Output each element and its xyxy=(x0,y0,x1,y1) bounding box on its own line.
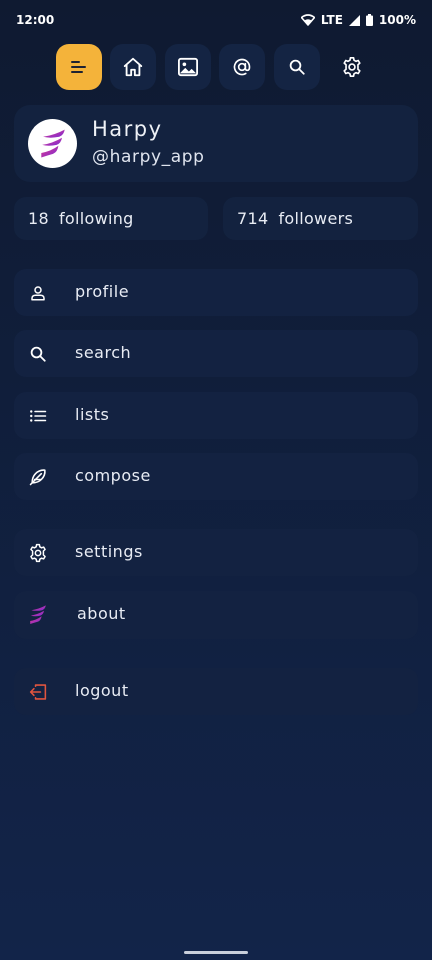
wifi-icon xyxy=(300,14,315,26)
network-type: LTE xyxy=(320,13,343,27)
home-button[interactable] xyxy=(110,44,156,90)
following-count: 18 xyxy=(28,209,49,228)
image-icon xyxy=(178,57,198,77)
menu-item-logout[interactable]: logout xyxy=(14,668,418,715)
home-indicator[interactable] xyxy=(184,951,248,954)
harpy-logo-icon xyxy=(26,603,50,627)
home-icon xyxy=(123,57,143,77)
status-bar: 12:00 LTE 100% xyxy=(0,0,432,40)
menu-label-settings: settings xyxy=(75,542,143,561)
menu-label-profile: profile xyxy=(75,282,130,301)
gear-icon xyxy=(343,57,361,77)
avatar xyxy=(28,119,77,168)
menu-label-search: search xyxy=(75,343,132,362)
profile-card[interactable]: Harpy @harpy_app xyxy=(14,105,418,182)
battery-icon xyxy=(365,14,373,26)
at-sign-icon xyxy=(233,58,251,76)
profile-name: Harpy xyxy=(92,117,163,141)
gear-icon xyxy=(26,541,50,565)
followers-label: followers xyxy=(278,209,354,228)
feather-icon xyxy=(26,465,50,489)
search-icon xyxy=(289,59,305,75)
top-nav xyxy=(0,44,432,90)
menu-item-about[interactable]: about xyxy=(14,591,418,639)
menu-label-compose: compose xyxy=(75,466,151,485)
menu-item-search[interactable]: search xyxy=(14,330,418,377)
menu-item-lists[interactable]: lists xyxy=(14,392,418,439)
followers-stat[interactable]: 714 followers xyxy=(223,197,418,240)
following-label: following xyxy=(58,209,134,228)
followers-count: 714 xyxy=(237,209,269,228)
menu-item-profile[interactable]: profile xyxy=(14,269,418,316)
media-button[interactable] xyxy=(165,44,211,90)
logout-icon xyxy=(26,680,50,704)
harpy-logo-icon xyxy=(40,129,65,157)
search-button[interactable] xyxy=(274,44,320,90)
menu-item-settings[interactable]: settings xyxy=(14,529,418,576)
search-icon xyxy=(26,342,50,366)
drawer-menu-icon xyxy=(71,61,86,73)
drawer-menu-button[interactable] xyxy=(56,44,102,90)
battery-level: 100% xyxy=(378,13,416,27)
profile-handle: @harpy_app xyxy=(92,147,205,167)
mentions-button[interactable] xyxy=(219,44,265,90)
menu-item-compose[interactable]: compose xyxy=(14,453,418,500)
menu-label-logout: logout xyxy=(75,681,129,700)
menu-label-about: about xyxy=(77,604,126,623)
status-time: 12:00 xyxy=(16,13,55,27)
status-icons: LTE 100% xyxy=(300,13,416,27)
person-icon xyxy=(26,281,50,305)
menu-label-lists: lists xyxy=(75,405,110,424)
following-stat[interactable]: 18 following xyxy=(14,197,208,240)
list-icon xyxy=(26,404,50,428)
settings-button[interactable] xyxy=(329,44,375,90)
signal-icon xyxy=(348,14,360,26)
